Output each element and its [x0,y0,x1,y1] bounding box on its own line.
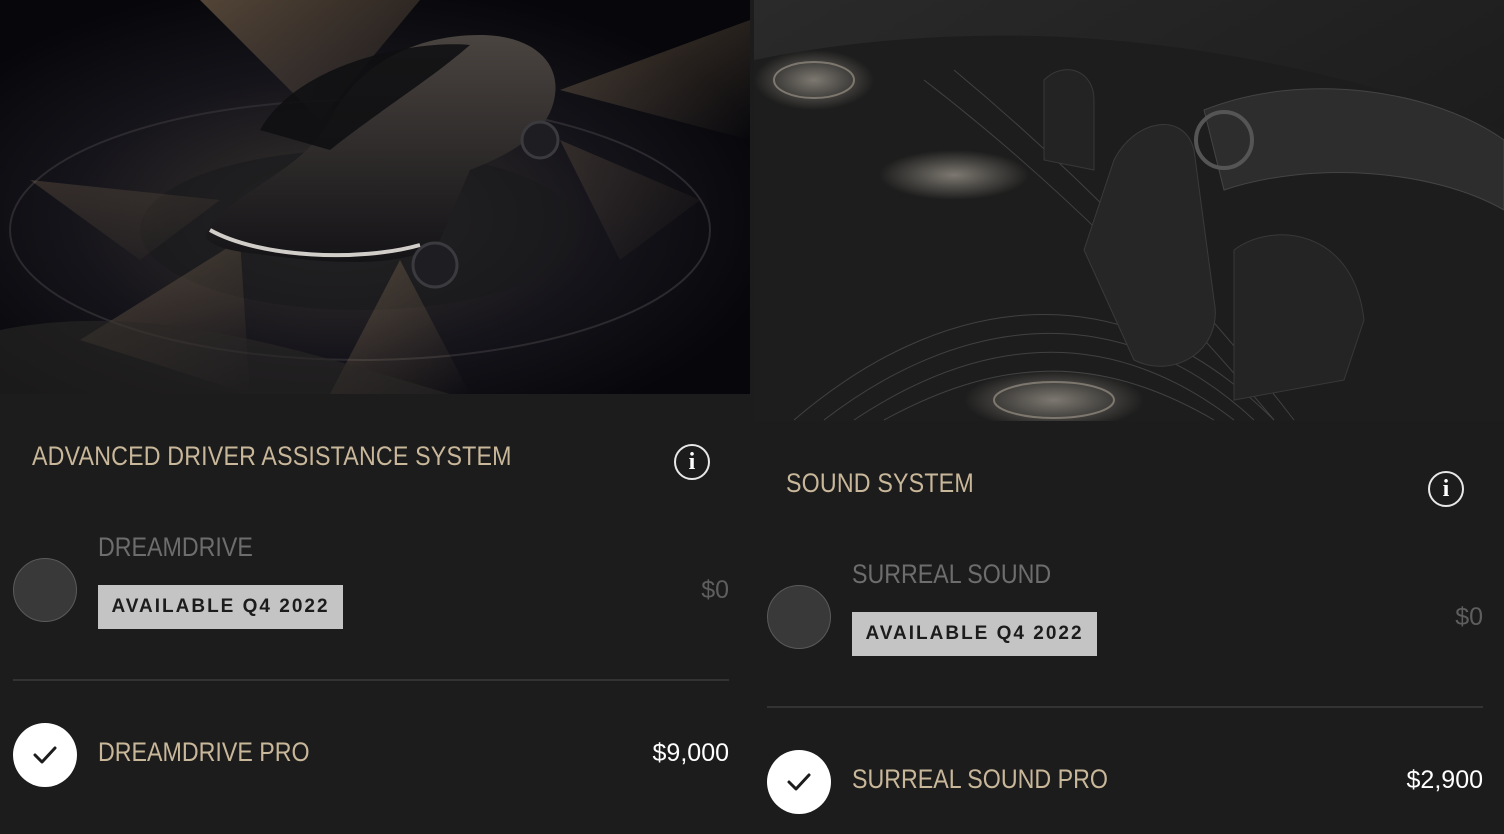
adas-panel: ADVANCED DRIVER ASSISTANCE SYSTEM i DREA… [0,0,750,834]
option-price: $2,900 [1406,766,1483,794]
option-name: SURREAL SOUND PRO [852,764,1108,794]
section-title: SOUND SYSTEM [786,468,974,498]
checkmark-icon [787,773,811,791]
option-price: $0 [1455,603,1483,631]
option-dreamdrive-pro[interactable]: DREAMDRIVE PRO $9,000 [13,723,729,787]
info-icon[interactable]: i [674,444,710,480]
section-title: ADVANCED DRIVER ASSISTANCE SYSTEM [32,441,512,471]
option-surreal-sound[interactable]: SURREAL SOUND AVAILABLE Q4 2022 $0 [767,559,1483,689]
availability-badge: AVAILABLE Q4 2022 [852,612,1097,656]
radio-selected[interactable] [767,750,831,814]
divider [767,706,1483,708]
checkmark-icon [33,746,57,764]
adas-hero-image [0,0,750,394]
info-icon[interactable]: i [1428,471,1464,507]
option-dreamdrive[interactable]: DREAMDRIVE AVAILABLE Q4 2022 $0 [13,532,729,662]
divider [13,679,729,681]
availability-badge: AVAILABLE Q4 2022 [98,585,343,629]
option-surreal-sound-pro[interactable]: SURREAL SOUND PRO $2,900 [767,750,1483,814]
option-price: $0 [701,576,729,604]
option-name: DREAMDRIVE [98,532,253,562]
radio-selected[interactable] [13,723,77,787]
option-name: DREAMDRIVE PRO [98,737,310,767]
option-price: $9,000 [652,739,729,767]
sound-hero-image [754,0,1504,421]
radio-unselected[interactable] [767,585,831,649]
option-name: SURREAL SOUND [852,559,1052,589]
radio-unselected[interactable] [13,558,77,622]
sound-panel: SOUND SYSTEM i SURREAL SOUND AVAILABLE Q… [754,0,1504,834]
